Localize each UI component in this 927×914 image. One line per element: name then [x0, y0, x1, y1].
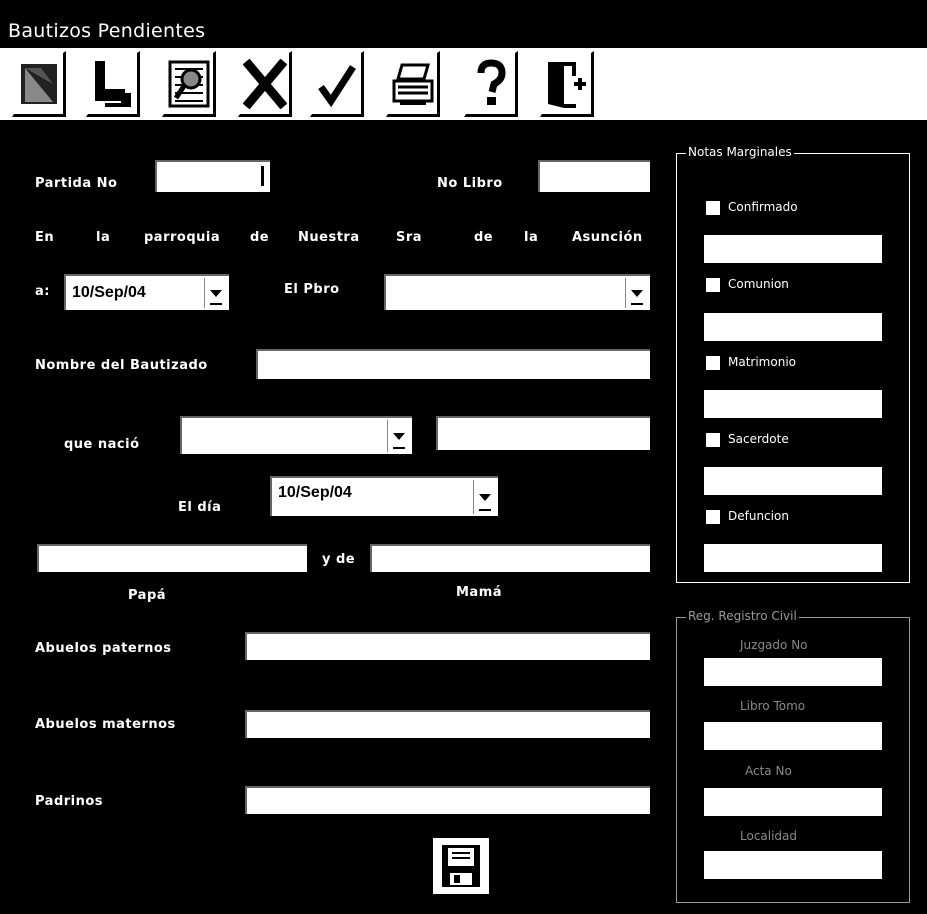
matrimonio-checkbox[interactable] — [706, 356, 720, 370]
parroquia-word: de — [474, 230, 494, 245]
confirm-check-icon — [317, 64, 356, 107]
dia-date-value: 10/Sep/04 — [278, 484, 352, 502]
chevron-down-icon[interactable] — [387, 420, 410, 452]
printer-icon — [392, 63, 433, 105]
confirm-button[interactable] — [310, 51, 364, 117]
parroquia-word: Sra — [396, 230, 423, 245]
nacio-label: que nació — [64, 437, 140, 452]
acta-label: Acta No — [745, 764, 792, 778]
defuncion-checkbox[interactable] — [706, 510, 720, 524]
exit-button[interactable] — [540, 51, 594, 117]
abuelos-maternos-label: Abuelos maternos — [35, 717, 176, 732]
delete-button[interactable] — [238, 51, 292, 117]
matrimonio-label: Matrimonio — [728, 355, 796, 369]
mama-label: Mamá — [456, 585, 503, 600]
parroquia-word: Nuestra — [298, 230, 360, 245]
libro-tomo-input[interactable] — [704, 722, 882, 750]
confirmado-label: Confirmado — [728, 200, 798, 214]
localidad-input[interactable] — [704, 851, 882, 879]
nacio-place-select[interactable] — [180, 416, 412, 454]
padrinos-input[interactable] — [245, 786, 650, 814]
help-question-icon — [477, 58, 506, 105]
papa-input[interactable] — [37, 544, 307, 572]
toolbar — [0, 48, 927, 120]
search-icon — [168, 60, 209, 107]
parroquia-word: la — [524, 230, 539, 245]
title-bar: Bautizos Pendientes — [0, 0, 927, 44]
defuncion-label: Defuncion — [728, 509, 789, 523]
a-date-value: 10/Sep/04 — [72, 284, 146, 301]
nombre-input[interactable] — [256, 349, 650, 379]
padrinos-label: Padrinos — [35, 794, 104, 809]
a-label: a: — [35, 284, 50, 299]
help-button[interactable] — [464, 51, 518, 117]
floppy-disk-icon — [442, 845, 480, 887]
search-button[interactable] — [162, 51, 216, 117]
y-de-label: y de — [322, 552, 356, 567]
parroquia-word: parroquia — [144, 230, 221, 245]
save-button[interactable] — [433, 838, 489, 894]
defuncion-input[interactable] — [704, 544, 882, 572]
open-file-icon — [94, 60, 131, 107]
pbro-label: El Pbro — [284, 282, 340, 297]
new-record-icon — [20, 63, 57, 104]
nacio-detail-input[interactable] — [436, 416, 650, 450]
print-button[interactable] — [386, 51, 440, 117]
dia-date-select[interactable]: 10/Sep/04 — [270, 476, 498, 516]
libro-label: No Libro — [437, 176, 503, 191]
partida-label: Partida No — [35, 176, 118, 191]
abuelos-paternos-label: Abuelos paternos — [35, 641, 172, 656]
notas-marginales-title: Notas Marginales — [686, 145, 794, 159]
abuelos-maternos-input[interactable] — [245, 710, 650, 738]
a-date-select[interactable]: 10/Sep/04 — [64, 274, 229, 310]
pbro-select[interactable] — [384, 274, 650, 310]
new-record-button[interactable] — [12, 51, 66, 117]
comunion-checkbox[interactable] — [706, 278, 720, 292]
sacerdote-checkbox[interactable] — [706, 433, 720, 447]
comunion-input[interactable] — [704, 313, 882, 341]
juzgado-input[interactable] — [704, 658, 882, 686]
parroquia-word: la — [96, 230, 111, 245]
partida-input[interactable] — [155, 160, 270, 192]
exit-door-icon — [547, 61, 586, 108]
parroquia-word: Asunción — [572, 230, 643, 245]
comunion-label: Comunion — [728, 277, 789, 291]
chevron-down-icon[interactable] — [473, 480, 496, 514]
localidad-label: Localidad — [740, 829, 798, 843]
libro-tomo-label: Libro Tomo — [740, 699, 806, 713]
parroquia-word: En — [35, 230, 55, 245]
sacerdote-input[interactable] — [704, 467, 882, 495]
confirmado-checkbox[interactable] — [706, 201, 720, 215]
window-title: Bautizos Pendientes — [8, 20, 206, 42]
matrimonio-input[interactable] — [704, 390, 882, 418]
libro-input[interactable] — [538, 160, 650, 192]
papa-label: Papá — [128, 588, 167, 603]
acta-input[interactable] — [704, 788, 882, 816]
parroquia-word: de — [250, 230, 270, 245]
sacerdote-label: Sacerdote — [728, 432, 789, 446]
registro-civil-title: Reg. Registro Civil — [686, 609, 799, 623]
confirmado-input[interactable] — [704, 235, 882, 263]
nombre-label: Nombre del Bautizado — [35, 358, 208, 373]
abuelos-paternos-input[interactable] — [245, 632, 650, 660]
juzgado-label: Juzgado No — [740, 638, 808, 652]
open-file-button[interactable] — [86, 51, 140, 117]
chevron-down-icon[interactable] — [625, 278, 648, 308]
mama-input[interactable] — [370, 544, 650, 572]
delete-x-icon — [242, 58, 287, 109]
dia-label: El día — [178, 500, 222, 515]
chevron-down-icon[interactable] — [204, 278, 227, 308]
